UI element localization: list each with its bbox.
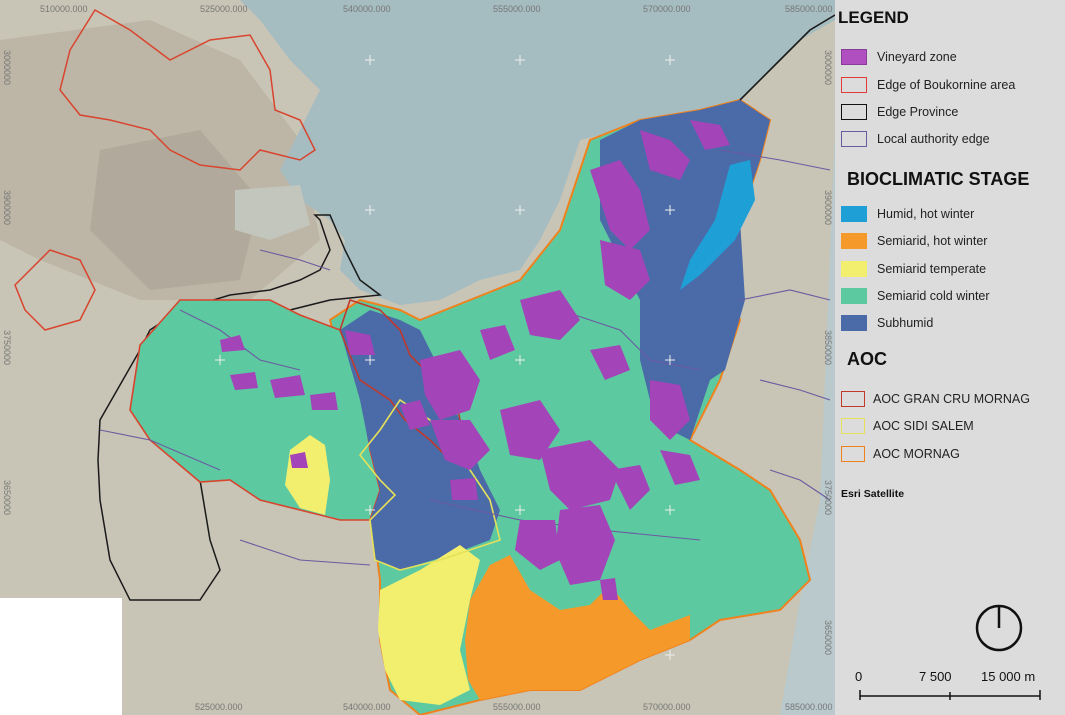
legend-item-label: AOC GRAN CRU MORNAG	[873, 392, 1030, 406]
legend-item-aoc-mornag: AOC MORNAG	[841, 443, 960, 465]
legend-item-semiarid-temperate: Semiarid temperate	[841, 258, 986, 280]
legend-item-vineyard: Vineyard zone	[841, 46, 957, 68]
legend-item-semiarid-hot: Semiarid, hot winter	[841, 230, 987, 252]
legend-item-local-authority: Local authority edge	[841, 128, 990, 150]
top-coord: 570000.000	[643, 4, 691, 14]
legend-item-label: Subhumid	[877, 316, 934, 330]
left-coord: 3750000	[2, 330, 12, 366]
top-coord: 555000.000	[493, 4, 541, 14]
aoc-mornag-swatch	[841, 446, 865, 462]
right-coord: 3900000	[823, 190, 833, 226]
legend-item-label: Local authority edge	[877, 132, 990, 146]
province-swatch	[841, 104, 867, 120]
boukornine-swatch	[841, 77, 867, 93]
bioclimatic-title: BIOCLIMATIC STAGE	[847, 169, 1030, 189]
legend-item-province: Edge Province	[841, 101, 958, 123]
humid-swatch	[841, 206, 867, 222]
north-arrow-icon	[975, 604, 1023, 652]
bottom-coord: 525000.000	[195, 702, 243, 712]
right-coord: 3650000	[823, 620, 833, 656]
legend-item-aoc-gran-cru: AOC GRAN CRU MORNAG	[841, 388, 1030, 410]
top-coord: 540000.000	[343, 4, 391, 14]
legend-title: LEGEND	[838, 8, 909, 27]
top-coord: 510000.000	[40, 4, 88, 14]
bottom-coord: 570000.000	[643, 702, 691, 712]
legend-item-boukornine: Edge of Boukornine area	[841, 74, 1015, 96]
bottom-coord: 585000.000	[785, 702, 833, 712]
legend-item-semiarid-cold: Semiarid cold winter	[841, 285, 990, 307]
bottom-coord: 555000.000	[493, 702, 541, 712]
local-authority-swatch	[841, 131, 867, 147]
legend-item-label: Edge Province	[877, 105, 959, 119]
legend-item-label: Semiarid, hot winter	[877, 234, 988, 248]
semiarid-hot-swatch	[841, 233, 867, 249]
legend-item-humid: Humid, hot winter	[841, 203, 974, 225]
legend-item-label: AOC MORNAG	[873, 447, 960, 461]
top-coord: 585000.000	[785, 4, 833, 14]
left-coord: 3000000	[2, 50, 12, 86]
aoc-sidi-salem-swatch	[841, 418, 865, 434]
aoc-title: AOC	[847, 349, 887, 369]
scale-bar	[859, 690, 1041, 700]
bottom-coord: 540000.000	[343, 702, 391, 712]
legend-item-label: Semiarid temperate	[877, 262, 987, 276]
legend-item-label: Vineyard zone	[877, 50, 957, 64]
legend-item-aoc-sidi-salem: AOC SIDI SALEM	[841, 415, 974, 437]
semiarid-temperate-swatch	[841, 261, 867, 277]
top-coord: 525000.000	[200, 4, 248, 14]
left-coord: 3650000	[2, 480, 12, 516]
right-coord: 3850000	[823, 330, 833, 366]
scale-label: 15 000 m	[981, 669, 1036, 684]
aoc-gran-cru-swatch	[841, 391, 865, 407]
semiarid-cold-swatch	[841, 288, 867, 304]
legend-item-subhumid: Subhumid	[841, 312, 933, 334]
legend-panel: LEGEND Vineyard zone Edge of Boukornine …	[835, 0, 1065, 715]
subhumid-swatch	[841, 315, 867, 331]
right-coord: 3750000	[823, 480, 833, 516]
scale-label: 0	[855, 669, 863, 684]
map-figure: 510000.000 525000.000 540000.000 555000.…	[0, 0, 1065, 715]
blank-corner	[0, 598, 122, 715]
legend-item-label: Edge of Boukornine area	[877, 78, 1016, 92]
basemap-label: Esri Satellite	[841, 488, 905, 500]
scale-label: 7 500	[919, 669, 952, 684]
legend-item-label: AOC SIDI SALEM	[873, 419, 974, 433]
vineyard-swatch	[841, 49, 867, 65]
left-coord: 3900000	[2, 190, 12, 226]
legend-item-label: Semiarid cold winter	[877, 289, 990, 303]
legend-item-label: Humid, hot winter	[877, 207, 975, 221]
map-canvas	[0, 0, 835, 715]
right-coord: 3000000	[823, 50, 833, 86]
